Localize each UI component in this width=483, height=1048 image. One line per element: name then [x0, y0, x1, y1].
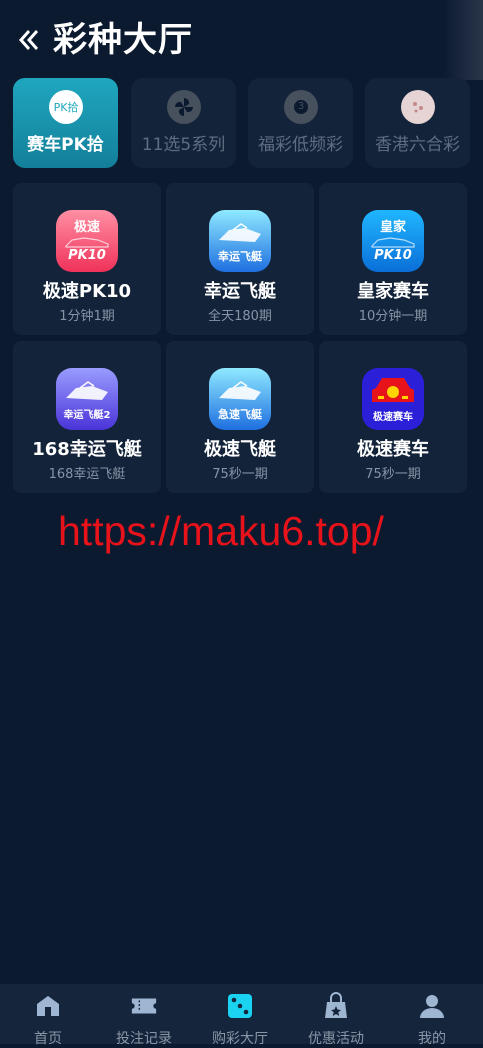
nav-lottery-hall[interactable]: 购彩大厅: [192, 984, 288, 1047]
speedboat-icon: 急速飞艇: [209, 368, 271, 430]
tab-welfare[interactable]: 3 福彩低频彩: [248, 78, 353, 168]
ticket-icon: [130, 993, 158, 1019]
tab-label: 11选5系列: [141, 135, 226, 155]
game-schedule: 168幸运飞艇: [48, 467, 126, 482]
watermark-url: https://maku6.top/: [58, 508, 384, 554]
header: 彩种大厅: [0, 0, 483, 80]
header-fade: [443, 0, 483, 80]
game-card[interactable]: 急速飞艇 极速飞艇 75秒一期: [166, 341, 314, 493]
game-schedule: 75秒一期: [365, 467, 421, 482]
tab-pk10[interactable]: PK拾 赛车PK拾: [13, 78, 118, 168]
gift-bag-icon: [322, 992, 350, 1019]
game-name: 皇家赛车: [357, 281, 429, 302]
icon-top-text: 皇家: [379, 220, 406, 235]
tab-label: 赛车PK拾: [27, 135, 104, 155]
lottery-ball-number: 3: [294, 100, 308, 114]
icon-bottom-text: PK10: [68, 248, 106, 263]
page-title: 彩种大厅: [53, 20, 193, 60]
tab-label: 香港六合彩: [375, 135, 460, 155]
home-icon: [34, 993, 62, 1019]
game-name: 极速PK10: [42, 281, 132, 302]
game-card[interactable]: 极速赛车 极速赛车 75秒一期: [319, 341, 467, 493]
nav-bet-records[interactable]: 投注记录: [96, 984, 192, 1047]
pinwheel-icon: [167, 90, 201, 124]
nav-label: 优惠活动: [308, 1031, 364, 1047]
game-schedule: 75秒一期: [212, 467, 268, 482]
nav-label: 购彩大厅: [212, 1031, 268, 1047]
icon-bottom-text: 极速赛车: [373, 412, 413, 423]
chevron-left-icon: [18, 30, 39, 50]
icon-top-text: 极速: [73, 220, 100, 235]
race-car-pk10-icon: 极速 PK10: [56, 210, 118, 272]
icon-bottom-text: PK10: [374, 248, 412, 263]
user-icon: [418, 993, 446, 1019]
mark-six-icon: [401, 90, 435, 124]
game-card[interactable]: 幸运飞艇2 168幸运飞艇 168幸运飞艇: [13, 341, 161, 493]
game-schedule: 全天180期: [208, 309, 272, 324]
pk-icon: PK拾: [49, 90, 83, 124]
pk-icon-text: PK拾: [53, 101, 79, 114]
game-name: 168幸运飞艇: [32, 439, 142, 460]
icon-bottom-text: 急速飞艇: [218, 408, 262, 421]
game-name: 极速飞艇: [204, 439, 276, 460]
speedboat-icon: 幸运飞艇: [209, 210, 271, 272]
game-name: 极速赛车: [357, 439, 429, 460]
tab-hk-mark-six[interactable]: 香港六合彩: [365, 78, 470, 168]
category-tabs: PK拾 赛车PK拾 11选5系列 3 福彩低频彩 香港六合彩: [13, 78, 483, 170]
nav-home[interactable]: 首页: [0, 984, 96, 1047]
bottom-nav: 首页 投注记录 购彩大厅 优惠活动 我的: [0, 984, 483, 1047]
game-card[interactable]: 极速 PK10 极速PK10 1分钟1期: [13, 183, 161, 335]
nav-label: 首页: [34, 1031, 62, 1047]
game-schedule: 10分钟一期: [358, 309, 428, 324]
race-car-pk10-icon: 皇家 PK10: [362, 210, 424, 272]
back-button[interactable]: [14, 22, 44, 58]
dice-icon: [226, 993, 254, 1019]
icon-bottom-text: 幸运飞艇2: [63, 410, 111, 421]
game-card[interactable]: 幸运飞艇 幸运飞艇 全天180期: [166, 183, 314, 335]
red-car-icon: 极速赛车: [362, 368, 424, 430]
tab-label: 福彩低频彩: [258, 135, 343, 155]
icon-bottom-text: 幸运飞艇: [218, 250, 262, 263]
game-schedule: 1分钟1期: [59, 309, 115, 324]
lottery-ball-icon: 3: [284, 90, 318, 124]
nav-promotions[interactable]: 优惠活动: [288, 984, 384, 1047]
speedboat-icon: 幸运飞艇2: [56, 368, 118, 430]
nav-mine[interactable]: 我的: [384, 984, 480, 1047]
game-card[interactable]: 皇家 PK10 皇家赛车 10分钟一期: [319, 183, 467, 335]
tab-11x5[interactable]: 11选5系列: [131, 78, 236, 168]
nav-label: 投注记录: [116, 1031, 172, 1047]
nav-label: 我的: [418, 1031, 446, 1047]
game-name: 幸运飞艇: [204, 281, 276, 302]
